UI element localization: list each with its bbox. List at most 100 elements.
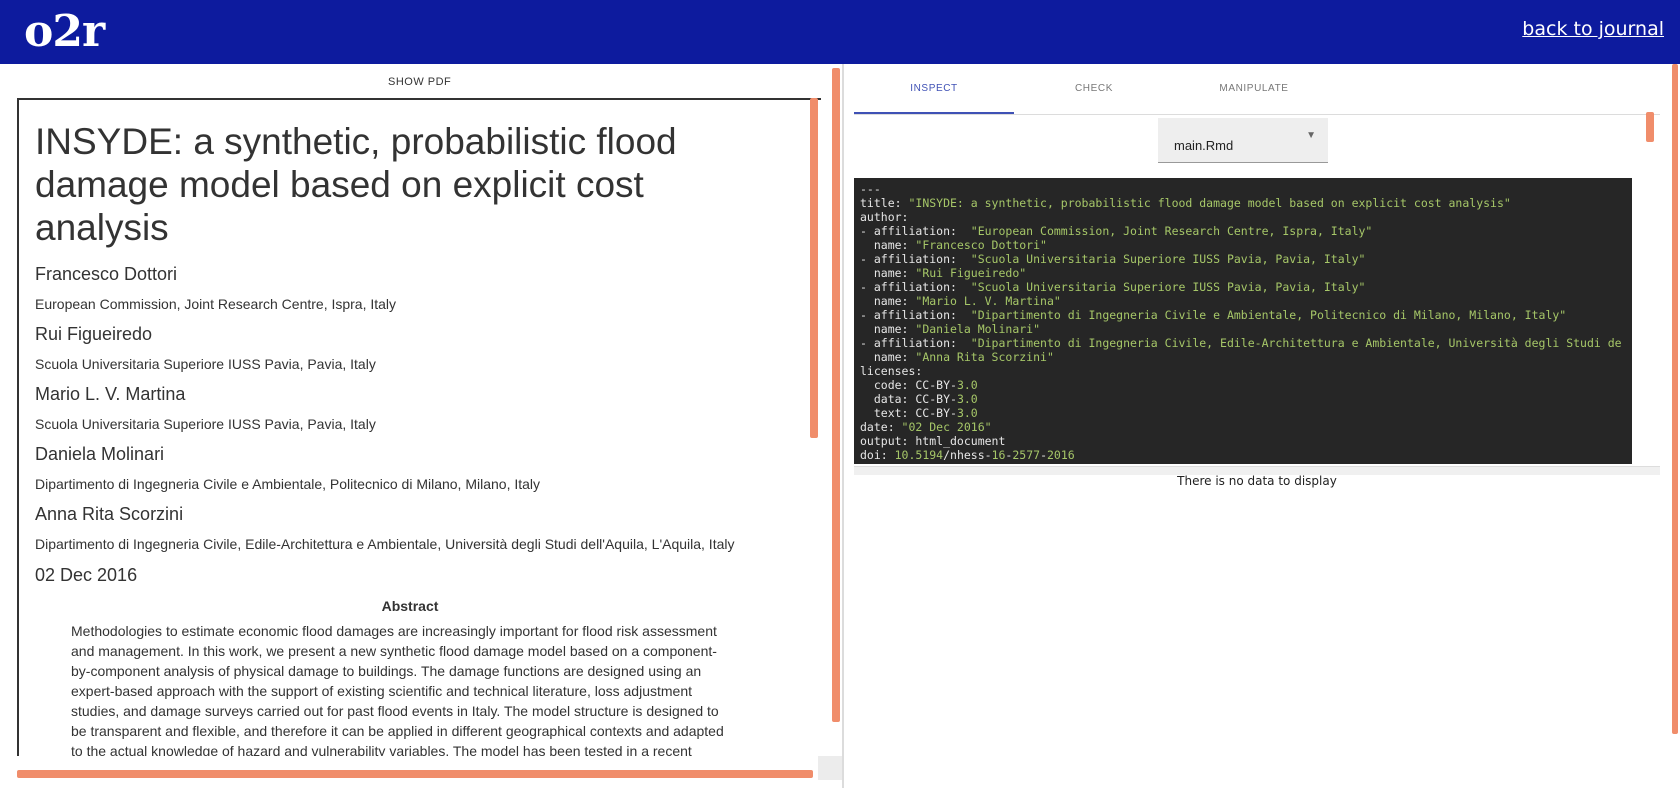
code-line: date: "02 Dec 2016"	[860, 420, 1626, 434]
code-token: - affiliation:	[860, 336, 971, 350]
pane-vertical-scrollbar[interactable]	[832, 68, 840, 722]
no-data-message: There is no data to display	[1177, 474, 1337, 488]
code-token: author:	[860, 210, 909, 224]
abstract-line: by-component analysis of physical damage…	[71, 663, 702, 679]
abstract-line: be transparent and flexible, and therefo…	[71, 723, 724, 739]
author-name: Francesco Dottori	[35, 264, 178, 284]
paper-vertical-scrollbar[interactable]	[810, 98, 818, 438]
code-line: title: "INSYDE: a synthetic, probabilist…	[860, 196, 1626, 210]
code-num: 16	[991, 448, 1006, 462]
code-token: - affiliation:	[860, 224, 971, 238]
abstract-text: Methodologies to estimate economic flood…	[71, 621, 761, 756]
abstract-line: studies, and damage surveys carried out …	[71, 703, 719, 719]
code-line: doi: 10.5194/nhess-16-2577-2016	[860, 448, 1626, 462]
code-str: "Anna Rita Scorzini"	[915, 350, 1054, 364]
code-token: licenses:	[860, 364, 923, 378]
code-line: author:	[860, 210, 1626, 224]
code-str: "European Commission, Joint Research Cen…	[970, 224, 1373, 238]
code-line: licenses:	[860, 364, 1626, 378]
code-token: code: CC-BY-	[860, 378, 957, 392]
inspect-vertical-scrollbar[interactable]	[1646, 112, 1654, 142]
code-str: "Dipartimento di Ingegneria Civile e Amb…	[970, 308, 1567, 322]
dropdown-arrow-icon: ▼	[1306, 130, 1316, 141]
author-name: Rui Figueiredo	[35, 324, 153, 344]
code-token: name:	[860, 294, 916, 308]
code-line: ---	[860, 182, 1626, 196]
file-select[interactable]: main.Rmd ▼	[1158, 118, 1328, 163]
code-token: - affiliation:	[860, 252, 971, 266]
code-token: name:	[860, 350, 916, 364]
code-line: data: CC-BY-3.0	[860, 392, 1626, 406]
show-pdf-button[interactable]: SHOW PDF	[388, 76, 451, 88]
code-num: 3.0	[956, 406, 978, 420]
code-token: name:	[860, 266, 916, 280]
code-line: text: CC-BY-3.0	[860, 406, 1626, 420]
code-str: "Rui Figueiredo"	[915, 266, 1027, 280]
code-token: - affiliation:	[860, 280, 971, 294]
code-str: "Francesco Dottori"	[915, 238, 1047, 252]
abstract-line: and management. In this work, we present…	[71, 643, 717, 659]
abstract-line: Methodologies to estimate economic flood…	[71, 623, 717, 639]
code-token: -	[1040, 448, 1047, 462]
author-affiliation: Scuola Universitaria Superiore IUSS Pavi…	[35, 416, 376, 432]
code-line: name: "Anna Rita Scorzini"	[860, 350, 1626, 364]
code-line: - affiliation: "European Commission, Joi…	[860, 224, 1626, 238]
code-line: - affiliation: "Scuola Universitaria Sup…	[860, 252, 1626, 266]
pane-outer-scrollbar[interactable]	[1672, 64, 1678, 734]
code-viewer[interactable]: --- title: "INSYDE: a synthetic, probabil…	[854, 178, 1632, 464]
paper-viewer[interactable]: INSYDE: a synthetic, probabilistic flood…	[17, 98, 821, 756]
code-line: output: html_document	[860, 434, 1626, 448]
author-affiliation: European Commission, Joint Research Cent…	[35, 296, 397, 312]
code-num: 3.0	[956, 392, 978, 406]
paper-horizontal-scrollbar[interactable]	[17, 770, 813, 778]
file-select-value: main.Rmd	[1174, 138, 1234, 153]
code-token: data: CC-BY-	[860, 392, 957, 406]
author-name: Anna Rita Scorzini	[35, 504, 184, 524]
code-line: name: "Daniela Molinari"	[860, 322, 1626, 336]
author-affiliation: Dipartimento di Ingegneria Civile, Edile…	[35, 536, 735, 552]
author-affiliation: Scuola Universitaria Superiore IUSS Pavi…	[35, 356, 376, 372]
tab-check[interactable]: CHECK	[1014, 64, 1174, 114]
author-name: Daniela Molinari	[35, 444, 165, 464]
code-token: doi:	[860, 448, 895, 462]
code-str: "INSYDE: a synthetic, probabilistic floo…	[908, 196, 1511, 210]
code-line: name: "Francesco Dottori"	[860, 238, 1626, 252]
back-to-journal-link[interactable]: back to journal	[1522, 18, 1664, 40]
code-num: 10.5194	[894, 448, 944, 462]
paper-date: 02 Dec 2016	[35, 565, 138, 585]
code-str: "Daniela Molinari"	[915, 322, 1041, 336]
code-num: 3.0	[956, 378, 978, 392]
o2r-logo[interactable]: o2r	[24, 6, 105, 58]
abstract-line: to the actual knowledge of hazard and vu…	[71, 743, 692, 756]
author-name: Mario L. V. Martina	[35, 384, 186, 404]
code-num: 2577	[1012, 448, 1041, 462]
code-token: date:	[860, 420, 902, 434]
abstract-line: expert-based approach with the support o…	[71, 683, 693, 699]
code-line: - affiliation: "Dipartimento di Ingegner…	[860, 336, 1626, 350]
code-token: /nhess-	[943, 448, 992, 462]
code-token: name:	[860, 238, 916, 252]
code-token: - affiliation:	[860, 308, 971, 322]
abstract-heading: Abstract	[381, 598, 439, 614]
tab-inspect[interactable]: INSPECT	[854, 64, 1014, 114]
tools-pane: INSPECT CHECK MANIPULATE main.Rmd ▼ --- t…	[854, 64, 1680, 788]
tool-tabs: INSPECT CHECK MANIPULATE	[854, 64, 1660, 115]
tab-manipulate[interactable]: MANIPULATE	[1174, 64, 1334, 114]
code-token: output: html_document	[860, 434, 1006, 448]
code-token: title:	[860, 196, 909, 210]
scrollbar-corner	[818, 756, 842, 780]
pane-divider[interactable]	[842, 64, 844, 788]
code-line: - affiliation: "Scuola Universitaria Sup…	[860, 280, 1626, 294]
code-str: "Scuola Universitaria Superiore IUSS Pav…	[970, 252, 1366, 266]
code-str: "02 Dec 2016"	[901, 420, 992, 434]
code-line: name: "Mario L. V. Martina"	[860, 294, 1626, 308]
code-num: 2016	[1047, 448, 1075, 462]
code-token: text: CC-BY-	[860, 406, 957, 420]
top-bar: o2r back to journal	[0, 0, 1680, 64]
code-str: "Mario L. V. Martina"	[915, 294, 1061, 308]
code-line: code: CC-BY-3.0	[860, 378, 1626, 392]
code-text: --- title: "INSYDE: a synthetic, probabil…	[854, 178, 1632, 464]
paper-title: INSYDE: a synthetic, probabilistic flood…	[35, 121, 677, 248]
code-token: name:	[860, 322, 916, 336]
paper-pane: SHOW PDF INSYDE: a synthetic, probabilis…	[0, 64, 842, 788]
